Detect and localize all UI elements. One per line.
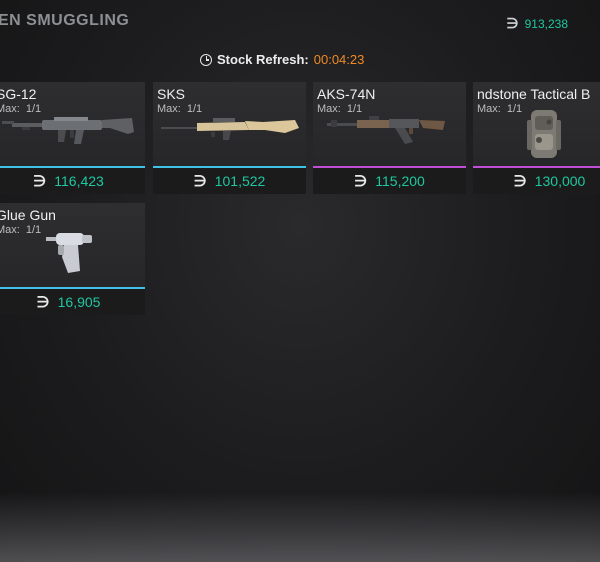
currency-icon: ∋: [33, 173, 47, 190]
item-card-glue-gun[interactable]: Glue Gun Max: 1/1 ∋ 16,905: [0, 203, 145, 315]
item-name: ndstone Tactical B: [477, 86, 591, 102]
rifle-icon: [161, 118, 299, 140]
item-card-sg12[interactable]: SG-12 Max: 1/1 ∋ 116,423: [0, 82, 145, 194]
shotgun-icon: [2, 117, 134, 144]
item-price: 101,522: [214, 173, 266, 189]
price-bar: ∋ 16,905: [0, 289, 145, 315]
item-name: SKS: [157, 86, 186, 102]
item-name: AKS-74N: [317, 86, 376, 102]
stock-refresh: Stock Refresh: 00:04:23: [200, 52, 364, 67]
glue-gun-icon: [46, 233, 92, 273]
currency-balance: ∋ 913,238: [506, 15, 568, 32]
refresh-label: Stock Refresh:: [217, 52, 309, 67]
page-title: EN SMUGGLING: [0, 12, 130, 29]
currency-icon: ∋: [36, 294, 50, 311]
item-price: 116,423: [54, 173, 104, 189]
price-bar: ∋ 101,522: [153, 168, 306, 194]
item-price: 130,000: [534, 173, 586, 189]
currency-icon: ∋: [354, 173, 368, 190]
item-card-sks[interactable]: SKS Max: 1/1 ∋ 101,522: [153, 82, 306, 194]
floor-gradient: [0, 492, 600, 562]
price-bar: ∋ 115,200: [313, 168, 466, 194]
currency-icon: ∋: [193, 173, 207, 190]
clock-icon: [200, 53, 212, 66]
price-bar: ∋ 130,000: [473, 168, 600, 194]
item-price: 115,200: [375, 173, 425, 189]
backpack-icon: [527, 110, 561, 158]
item-name: Glue Gun: [0, 207, 56, 223]
item-name: SG-12: [0, 86, 37, 102]
refresh-timer: 00:04:23: [313, 52, 365, 67]
currency-icon: ∋: [513, 173, 527, 190]
item-price: 16,905: [57, 294, 101, 310]
item-card-backpack[interactable]: ndstone Tactical B Max: 1/1 ∋ 130,000: [473, 82, 600, 194]
item-card-aks74n[interactable]: AKS-74N Max: 1/1 ∋ 115,200: [313, 82, 466, 194]
price-bar: ∋ 116,423: [0, 168, 145, 194]
assault-rifle-icon: [327, 116, 445, 144]
currency-icon: ∋: [506, 15, 519, 31]
balance-value: 913,238: [524, 16, 568, 31]
